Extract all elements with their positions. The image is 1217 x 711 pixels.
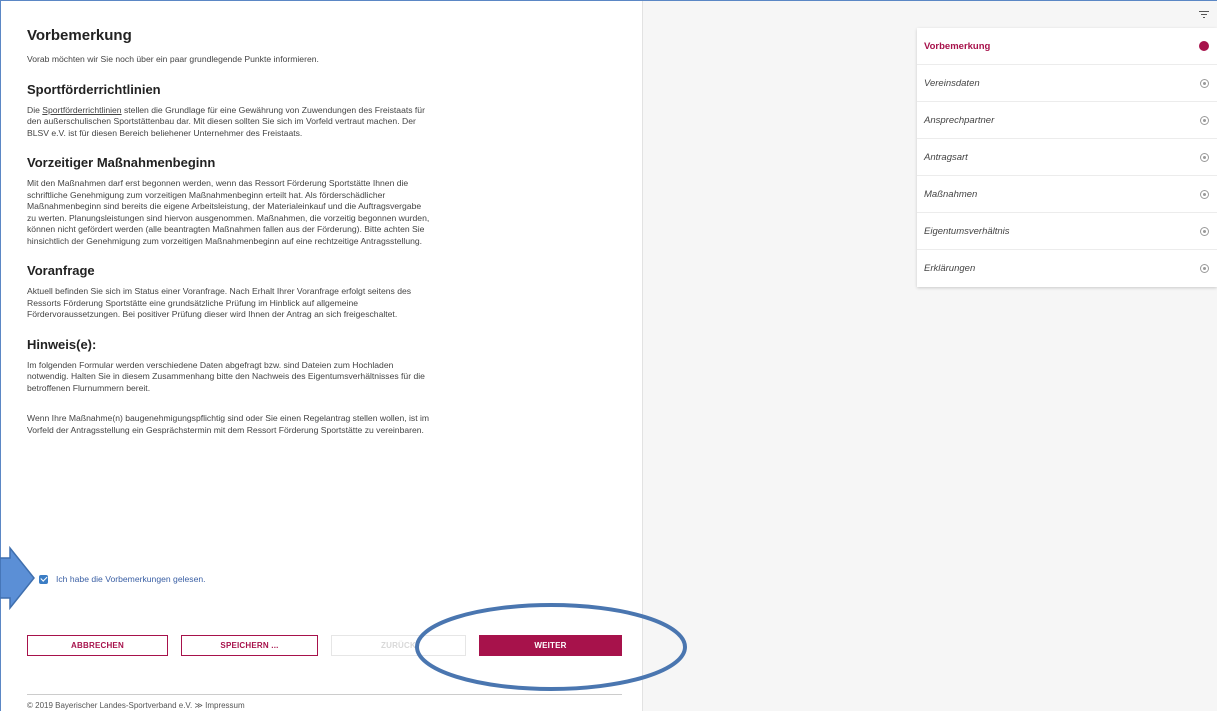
- arrow-right-icon: [0, 545, 35, 611]
- annotation-overlay: [0, 545, 687, 691]
- highlight-ellipse: [415, 603, 687, 691]
